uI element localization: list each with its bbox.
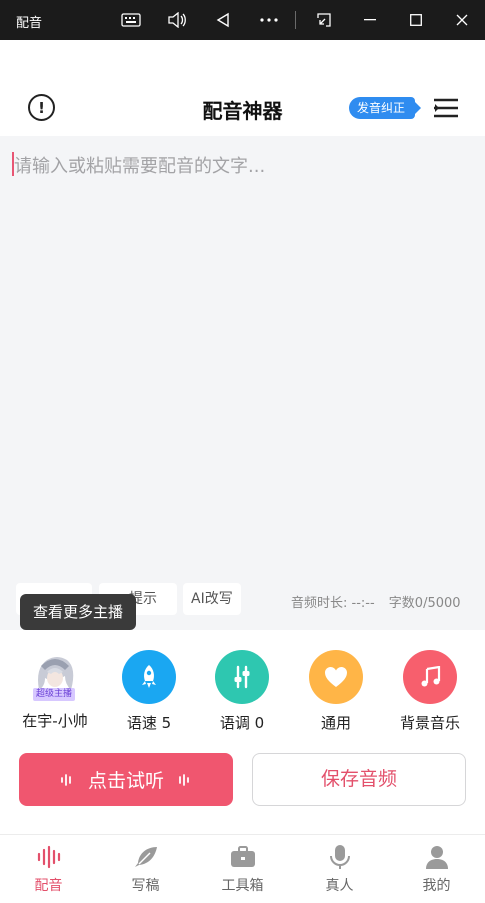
nav-label-dubbing: 配音 xyxy=(34,878,63,894)
rocket-icon[interactable] xyxy=(122,650,176,704)
style-label: 通用 xyxy=(320,714,351,732)
speed-label: 语速 5 xyxy=(126,714,172,732)
toolbox-icon xyxy=(194,843,291,871)
more-anchors-tooltip: 查看更多主播 xyxy=(20,594,136,637)
window-title: 配音 xyxy=(16,16,43,31)
volume-icon[interactable] xyxy=(163,6,191,34)
background-music-label: 背景音乐 xyxy=(399,714,460,732)
waveform-icon xyxy=(0,843,97,871)
style-setting[interactable]: 通用 xyxy=(290,650,382,733)
heart-icon[interactable] xyxy=(309,650,363,704)
nav-item-profile[interactable]: 我的 xyxy=(388,843,485,895)
microphone-icon xyxy=(291,843,388,871)
pip-icon[interactable] xyxy=(310,6,338,34)
sound-wave-left-icon xyxy=(61,773,71,786)
background-music-setting[interactable]: 背景音乐 xyxy=(384,650,476,733)
keyboard-icon[interactable] xyxy=(117,6,145,34)
nav-label-toolbox: 工具箱 xyxy=(221,878,264,894)
window-titlebar: 配音 xyxy=(0,0,485,40)
feather-icon xyxy=(97,843,194,871)
close-icon[interactable] xyxy=(448,6,476,34)
pronunciation-correction-button[interactable]: 发音纠正 xyxy=(349,97,422,119)
titlebar-separator xyxy=(295,11,296,29)
sound-wave-right-icon xyxy=(179,773,189,786)
speed-setting[interactable]: 语速 5 xyxy=(103,650,195,733)
anchor-avatar[interactable]: 超级主播 xyxy=(29,650,81,702)
nav-item-writing[interactable]: 写稿 xyxy=(97,843,194,895)
pitch-label: 语调 0 xyxy=(219,714,265,732)
nav-label-human-voice: 真人 xyxy=(325,878,354,894)
nav-label-profile: 我的 xyxy=(422,878,451,894)
music-note-icon[interactable] xyxy=(403,650,457,704)
voice-settings-row: 超级主播 在宇-小帅 语速 5 语调 0 通用 背景音乐 xyxy=(0,630,485,740)
nav-item-dubbing[interactable]: 配音 xyxy=(0,843,97,895)
minimize-icon[interactable] xyxy=(356,6,384,34)
anchor-selector[interactable]: 超级主播 在宇-小帅 xyxy=(9,650,101,731)
sliders-icon[interactable] xyxy=(215,650,269,704)
anchor-name: 在宇-小帅 xyxy=(22,712,88,730)
text-editor[interactable]: 请输入或粘贴需要配音的文字... xyxy=(0,136,485,630)
nav-item-toolbox[interactable]: 工具箱 xyxy=(194,843,291,895)
preview-play-button[interactable]: 点击试听 xyxy=(19,753,233,806)
app-header: ! 配音神器 发音纠正 xyxy=(0,80,485,136)
nav-label-writing: 写稿 xyxy=(131,878,160,894)
more-dots-icon[interactable] xyxy=(255,6,283,34)
char-count: 字数0/5000 xyxy=(388,596,461,611)
back-triangle-icon[interactable] xyxy=(209,6,237,34)
ai-rewrite-chip[interactable]: AI改写 xyxy=(183,583,241,615)
save-audio-button[interactable]: 保存音频 xyxy=(252,753,466,806)
super-anchor-badge: 超级主播 xyxy=(33,688,75,701)
editor-placeholder: 请输入或粘贴需要配音的文字... xyxy=(14,156,266,177)
pitch-setting[interactable]: 语调 0 xyxy=(196,650,288,733)
menu-list-icon[interactable] xyxy=(432,96,460,120)
bottom-navigation: 配音 写稿 工具箱 真人 我的 xyxy=(0,834,485,903)
nav-item-human-voice[interactable]: 真人 xyxy=(291,843,388,895)
preview-play-label: 点击试听 xyxy=(87,770,164,792)
editor-stats: 音频时长: --:-- 字数0/5000 xyxy=(291,592,471,611)
person-icon xyxy=(388,843,485,871)
maximize-icon[interactable] xyxy=(402,6,430,34)
audio-duration: 音频时长: --:-- xyxy=(291,596,375,611)
